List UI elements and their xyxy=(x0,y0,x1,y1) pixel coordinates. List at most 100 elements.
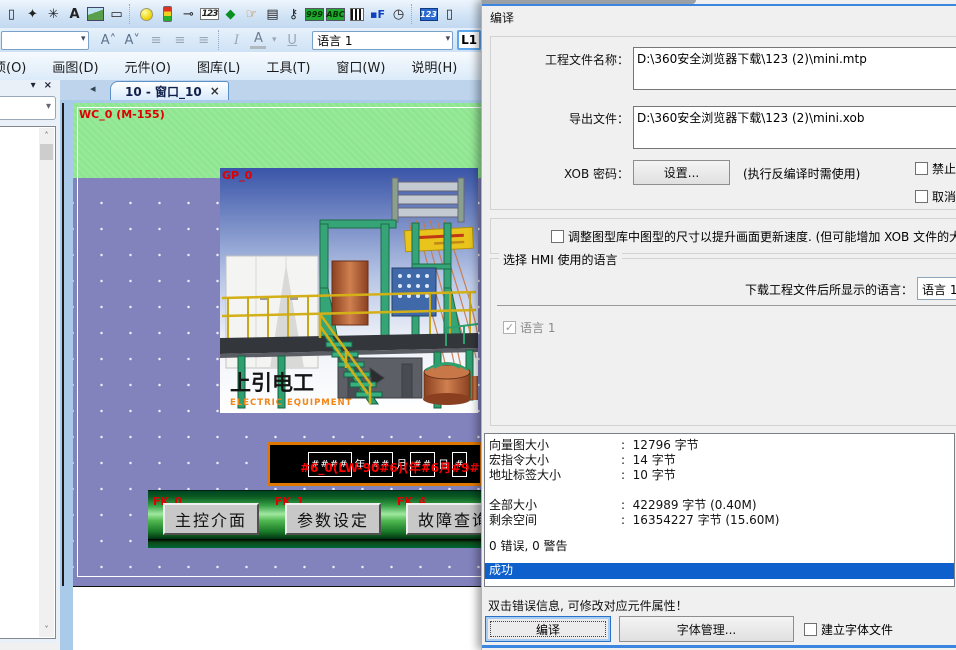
font-color-dropdown-icon[interactable]: ▾ xyxy=(268,35,280,45)
cancel-h-checkbox[interactable] xyxy=(915,190,928,203)
cancel-h-checkbox-row: 取消 H xyxy=(915,188,956,205)
chevron-down-icon: ▾ xyxy=(46,101,51,112)
double-click-hint: 双击错误信息, 可修改对应元件属性！ xyxy=(488,597,688,614)
rectangle-icon[interactable]: ▭ xyxy=(106,3,127,25)
menu-library[interactable]: 图库(L) xyxy=(197,57,240,76)
scroll-thumb[interactable] xyxy=(40,144,53,160)
l1-language-button[interactable]: L1 xyxy=(457,30,481,50)
fk-button-faults[interactable]: 故障查询 xyxy=(406,503,481,535)
dialog-title: 编译 xyxy=(490,9,514,26)
menu-help[interactable]: 说明(H) xyxy=(411,57,457,76)
panel-list[interactable]: ˄ ˅ xyxy=(0,126,56,639)
left-panel-header: ▾ × xyxy=(0,80,60,95)
tab-close-icon[interactable]: × xyxy=(210,84,220,98)
forbid-decompile-label: 禁止反 xyxy=(932,160,956,177)
menu-options[interactable]: 项(O) xyxy=(0,57,26,76)
dialog-bottom-border xyxy=(482,645,956,648)
xob-password-hint: (执行反编译时需使用) xyxy=(743,165,860,182)
picture-icon[interactable] xyxy=(85,3,106,25)
touch-hand-icon[interactable]: ☞ xyxy=(241,3,262,25)
clock-icon[interactable]: ◷ xyxy=(388,3,409,25)
stat-vector-size: 向量图大小: 12796 字节 xyxy=(489,438,954,453)
menu-parts[interactable]: 元件(O) xyxy=(125,57,171,76)
toolbar-separator xyxy=(411,4,416,24)
fk-button-params[interactable]: 参数设定 xyxy=(285,503,381,535)
window-copy-label: WC_0 (M-155) xyxy=(79,108,165,121)
panel-close-icon[interactable]: × xyxy=(44,80,52,95)
font-manage-button[interactable]: 字体管理... xyxy=(619,616,794,642)
align-left-icon[interactable]: ≡ xyxy=(144,33,168,48)
compile-success-row[interactable]: 成功 xyxy=(485,563,955,579)
tab-bar: ◂ 10 - 窗口_10 × xyxy=(60,80,481,100)
font-combo[interactable]: ▾ xyxy=(1,31,89,50)
fk-button-main[interactable]: 主控介面 xyxy=(163,503,259,535)
numeric-entry-icon[interactable]: 123 xyxy=(199,3,220,25)
toggle-switch-icon[interactable]: ⊸ xyxy=(178,3,199,25)
text-label-icon[interactable]: A xyxy=(64,3,85,25)
traffic-light-icon[interactable] xyxy=(157,3,178,25)
led-999-icon[interactable]: 999 xyxy=(304,3,325,25)
build-font-checkbox[interactable] xyxy=(804,623,817,636)
project-file-label: 工程文件名称： xyxy=(501,51,629,68)
language1-label: 语言 1 xyxy=(520,319,555,336)
message-board-icon[interactable]: ▤ xyxy=(262,3,283,25)
forbid-decompile-checkbox[interactable] xyxy=(915,162,928,175)
underline-icon[interactable]: U xyxy=(280,33,304,48)
compile-button[interactable]: 编译 xyxy=(485,616,611,642)
language-combo[interactable]: 语言 1 ▾ xyxy=(312,31,453,50)
chevron-down-icon: ▾ xyxy=(81,34,86,44)
barcode-icon[interactable] xyxy=(346,3,367,25)
export-file-label: 导出文件： xyxy=(501,110,629,127)
cancel-h-label: 取消 H xyxy=(932,188,956,205)
stat-total-size: 全部大小: 422989 字节 (0.40M) xyxy=(489,498,954,513)
xob-password-set-button[interactable]: 设置... xyxy=(633,160,730,185)
menu-tools[interactable]: 工具(T) xyxy=(266,57,310,76)
project-file-field[interactable]: D:\360安全浏览器下载\123 (2)\mini.mtp xyxy=(633,47,956,90)
language-separator xyxy=(497,305,956,306)
export-file-field[interactable]: D:\360安全浏览器下载\123 (2)\mini.xob xyxy=(633,106,956,149)
element-tag-overlay: #6_0(LW-90#6)(年#6月#9#)(4 本地 xyxy=(300,459,481,476)
align-right-icon[interactable]: ≡ xyxy=(192,33,216,48)
edge-cut-icon[interactable]: ▯ xyxy=(439,3,460,25)
resize-checkbox-row: 调整图型库中图型的尺寸以提升画面更新速度. (但可能增加 XOB 文件的大 xyxy=(551,228,956,245)
font-color-icon[interactable]: A xyxy=(250,31,266,49)
align-center-icon[interactable]: ≡ xyxy=(168,33,192,48)
shape-cut-icon[interactable]: ▯ xyxy=(1,3,22,25)
equipment-picture-element[interactable]: 上引电工 ELECTRIC EQUIPMENT GP_0 xyxy=(220,168,478,413)
tab-scroll-left-icon[interactable]: ◂ xyxy=(90,82,96,95)
resize-option-group: 调整图型库中图型的尺寸以提升画面更新速度. (但可能增加 XOB 文件的大 xyxy=(490,218,956,254)
canvas-margin xyxy=(73,586,481,650)
tab-window-10[interactable]: 10 - 窗口_10 × xyxy=(110,81,229,100)
function-f-icon[interactable]: ▪F xyxy=(367,3,388,25)
panel-filter-combo[interactable]: ▾ xyxy=(0,96,56,120)
menu-window[interactable]: 窗口(W) xyxy=(336,57,385,76)
brand-caption-cn: 上引电工 xyxy=(230,371,314,395)
download-language-combo[interactable]: 语言 1 xyxy=(917,277,956,300)
green-diamond-icon[interactable]: ◆ xyxy=(220,3,241,25)
compile-result-list[interactable]: 向量图大小: 12796 字节 宏指令大小: 14 字节 地址标签大小: 10 … xyxy=(484,433,955,587)
menu-draw[interactable]: 画图(D) xyxy=(52,57,98,76)
datetime-display-element[interactable]: #### 年 ## 月 ## 日 # #6_0(LW-90#6)(年#6月#9#… xyxy=(267,442,481,486)
file-group: 工程文件名称： D:\360安全浏览器下载\123 (2)\mini.mtp 导… xyxy=(490,36,956,210)
picture-element-label: GP_0 xyxy=(222,169,252,182)
scroll-down-icon[interactable]: ˅ xyxy=(39,622,54,637)
star-icon[interactable]: ✦ xyxy=(22,3,43,25)
dialog-top-border xyxy=(482,4,956,6)
resize-checkbox[interactable] xyxy=(551,230,564,243)
italic-icon[interactable]: I xyxy=(225,33,249,48)
chevron-down-icon: ▾ xyxy=(446,34,451,44)
led-abc-icon[interactable]: ABC xyxy=(325,3,346,25)
font-bigger-icon[interactable]: A˄ xyxy=(97,33,121,48)
key-icon[interactable]: ⚷ xyxy=(283,3,304,25)
font-smaller-icon[interactable]: A˅ xyxy=(120,33,144,48)
hmi-window-canvas[interactable]: WC_0 (M-155) xyxy=(73,103,481,586)
language-group-title: 选择 HMI 使用的语言 xyxy=(499,251,622,268)
panel-collapse-icon[interactable]: ▾ xyxy=(31,80,36,95)
scale-meter-icon[interactable]: ✳ xyxy=(43,3,64,25)
keypad-123-icon[interactable]: 123 xyxy=(418,3,439,25)
toolbar-separator xyxy=(129,4,134,24)
panel-scrollbar[interactable]: ˄ ˅ xyxy=(39,128,54,637)
menubar: 项(O) 画图(D) 元件(O) 图库(L) 工具(T) 窗口(W) 说明(H) xyxy=(0,52,481,80)
lamp-icon[interactable] xyxy=(136,3,157,25)
scroll-up-icon[interactable]: ˄ xyxy=(39,128,54,143)
